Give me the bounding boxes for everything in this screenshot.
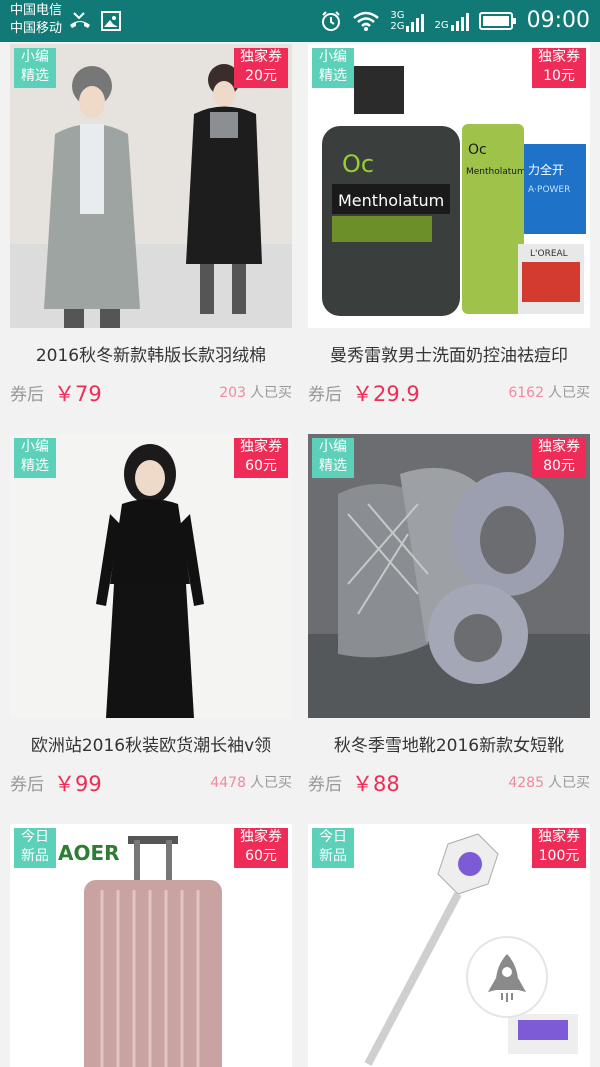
product-price: ￥29.9	[352, 382, 420, 406]
brand-logo-text: AOER	[58, 841, 120, 865]
product-image[interactable]: AOER 今日新品 独家券 60元	[10, 824, 292, 1067]
badge-line-1: 小编	[21, 49, 49, 65]
buyers-number: 203	[219, 385, 246, 401]
side-text: 力全开	[528, 162, 564, 177]
editor-pick-badge: 小编 精选	[14, 438, 56, 478]
new-today-badge: 今日 新品	[14, 828, 56, 868]
buyers-count: 4285 人已买	[508, 772, 590, 792]
price-row: 券后 ￥79 203 人已买	[10, 378, 292, 408]
brand-text-small: Mentholatum	[466, 167, 526, 177]
price-prefix: 券后	[10, 385, 44, 405]
badge-line-2: 新品	[21, 848, 49, 864]
signal-bars-icon	[406, 14, 425, 32]
buyers-label: 人已买	[250, 775, 292, 791]
badge-line-2: 精选	[21, 68, 49, 84]
brand-text: Mentholatum	[338, 191, 444, 210]
product-card[interactable]: AOER 今日新品 独家券 60元	[10, 824, 292, 1067]
price-prefix: 券后	[10, 775, 44, 795]
coupon-label: 独家券	[538, 439, 580, 455]
buyers-label: 人已买	[548, 775, 590, 791]
badge-line-1: 今日	[21, 829, 49, 845]
badge-line-1: 小编	[21, 439, 49, 455]
net-3g-label: 3G	[390, 10, 405, 21]
product-image[interactable]: 小编精选 独家券 60元	[10, 434, 292, 718]
oc-text: Oc	[342, 150, 374, 178]
editor-pick-badge: 小编 精选	[312, 438, 354, 478]
coupon-badge: 独家券 60元	[234, 438, 288, 478]
coupon-badge: 独家券 60元	[234, 828, 288, 868]
coupon-label: 独家券	[240, 49, 282, 65]
badge-line-1: 小编	[319, 439, 347, 455]
signal-2: 2G	[434, 11, 469, 31]
coupon-label: 独家券	[538, 49, 580, 65]
new-today-badge: 今日 新品	[312, 828, 354, 868]
coupon-amount: 100元	[538, 848, 580, 864]
editor-pick-badge: 小编 精选	[14, 48, 56, 88]
price-prefix: 券后	[308, 385, 342, 405]
clock-time: 09:00	[526, 8, 590, 33]
product-image[interactable]: 小编精选 独家券 20元	[10, 44, 292, 328]
product-price: ￥88	[352, 772, 400, 796]
price-row: 券后 ￥29.9 6162 人已买	[308, 378, 590, 408]
badge-line-1: 小编	[319, 49, 347, 65]
side-text-2: A·POWER	[528, 185, 570, 195]
product-price: ￥79	[54, 382, 102, 406]
buyers-label: 人已买	[548, 385, 590, 401]
carrier-2: 中国移动	[10, 21, 63, 36]
product-price: ￥99	[54, 772, 102, 796]
missed-call-icon	[70, 12, 90, 28]
loreal-text: L'OREAL	[530, 249, 568, 259]
price-row: 券后 ￥99 4478 人已买	[10, 768, 292, 798]
coupon-badge: 独家券 10元	[532, 48, 586, 88]
alarm-icon	[322, 11, 341, 31]
battery-icon	[478, 12, 516, 30]
product-title[interactable]: 秋冬季雪地靴2016新款女短靴	[308, 726, 590, 766]
product-image[interactable]: 小编精选 独家券 80元	[308, 434, 590, 718]
editor-pick-badge: 小编 精选	[312, 48, 354, 88]
coupon-amount: 20元	[245, 68, 277, 84]
badge-line-2: 精选	[319, 458, 347, 474]
buyers-count: 4478 人已买	[210, 772, 292, 792]
buyers-count: 6162 人已买	[508, 382, 590, 402]
net-2g-label-2: 2G	[434, 20, 449, 31]
back-to-top-button[interactable]	[466, 936, 548, 1018]
wifi-icon	[353, 11, 380, 31]
buyers-label: 人已买	[250, 385, 292, 401]
buyers-count: 203 人已买	[219, 382, 292, 402]
coupon-badge: 独家券 20元	[234, 48, 288, 88]
oc-text-small: Oc	[468, 142, 487, 158]
coupon-amount: 80元	[543, 458, 575, 474]
buyers-number: 4285	[508, 775, 544, 791]
coupon-amount: 60元	[245, 848, 277, 864]
buyers-number: 4478	[210, 775, 246, 791]
buyers-number: 6162	[508, 385, 544, 401]
coupon-label: 独家券	[538, 829, 580, 845]
product-title[interactable]: 曼秀雷敦男士洗面奶控油祛痘印	[308, 336, 590, 376]
product-image[interactable]: Oc Mentholatum Oc Mentholatum 力全开 A·POWE…	[308, 44, 590, 328]
product-image[interactable]: 今日新品 独家券 100元	[308, 824, 590, 1067]
price-row: 券后 ￥88 4285 人已买	[308, 768, 590, 798]
signal-1: 3G 2G	[390, 10, 425, 32]
product-card[interactable]: 今日新品 独家券 100元	[308, 824, 590, 1067]
coupon-label: 独家券	[240, 439, 282, 455]
badge-line-2: 新品	[319, 848, 347, 864]
price-prefix: 券后	[308, 775, 342, 795]
badge-line-1: 今日	[319, 829, 347, 845]
coupon-amount: 10元	[543, 68, 575, 84]
product-title[interactable]: 欧洲站2016秋装欧货潮长袖v领	[10, 726, 292, 766]
product-title[interactable]: 2016秋冬新款韩版长款羽绒棉	[10, 336, 292, 376]
badge-line-2: 精选	[21, 458, 49, 474]
status-bar: 中国电信 中国移动 3G 2G 2G 09:00	[0, 0, 600, 42]
coupon-badge: 独家券 100元	[532, 828, 586, 868]
carrier-labels: 中国电信 中国移动	[10, 2, 62, 38]
gallery-icon	[101, 11, 121, 31]
badge-line-2: 精选	[319, 68, 347, 84]
coupon-badge: 独家券 80元	[532, 438, 586, 478]
net-2g-label: 2G	[390, 21, 405, 32]
rocket-icon	[488, 954, 526, 1002]
coupon-amount: 60元	[245, 458, 277, 474]
signal-bars-icon	[450, 13, 469, 31]
carrier-1: 中国电信	[10, 3, 63, 18]
coupon-label: 独家券	[240, 829, 282, 845]
